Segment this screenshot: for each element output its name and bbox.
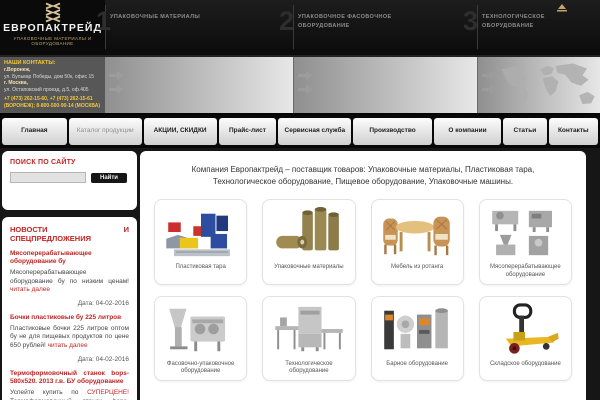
product-card-tech-equipment[interactable]: Технологическое оборудование	[262, 295, 356, 382]
nav-production[interactable]: Производство	[353, 118, 432, 145]
search-button[interactable]: Найти	[91, 172, 127, 183]
product-label: Мебель из ротанга	[391, 264, 444, 270]
band-section-1	[105, 57, 293, 113]
news-item-date: Дата: 04-02-2016	[77, 300, 129, 308]
product-label: Пластиковая тара	[175, 264, 226, 270]
main-panel: Компания Европактрейд – поставщик товаро…	[140, 151, 586, 400]
plastic-containers-image-icon	[164, 205, 238, 261]
page: ЕВРОПАКТРЕЙД УПАКОВОЧНЫЕ МАТЕРИАЛЫ И ОБО…	[0, 0, 600, 400]
news-item-date: Дата: 04-02-2016	[77, 355, 129, 363]
content: ПОИСК ПО САЙТУ Найти НОВОСТИ И СПЕЦПРЕДЛ…	[0, 148, 600, 400]
product-label: Мясоперерабатывающее оборудование	[490, 264, 561, 278]
logo-subtitle: УПАКОВОЧНЫЕ МАТЕРИАЛЫ И ОБОРУДОВАНИЕ	[13, 35, 92, 46]
product-card-rattan-furniture[interactable]: Мебель из ротанга	[370, 199, 464, 285]
product-card-bar-equipment[interactable]: Барное оборудование	[370, 295, 464, 382]
news-heading: НОВОСТИ И	[10, 225, 129, 234]
contact-address-moscow: ул. Остаповский проезд, д.5, оф.405	[4, 86, 89, 93]
pallet-jack-image-icon	[488, 302, 562, 358]
product-label: Барное оборудование	[386, 360, 448, 367]
read-more-link[interactable]: читать далее	[48, 342, 88, 349]
logo-emblem-icon	[45, 2, 60, 23]
news-panel: НОВОСТИ И СПЕЦПРЕДЛОЖЕНИЯ Мясоперерабаты…	[2, 217, 137, 400]
news-item-text: Мясоперерабатывающее оборудование бу по …	[10, 268, 129, 285]
double-arrow-icon	[109, 71, 124, 94]
bar-equipment-image-icon	[380, 302, 454, 358]
search-input[interactable]	[10, 172, 86, 183]
product-card-meat-equipment[interactable]: Мясоперерабатывающее оборудование	[478, 199, 572, 285]
header-section-number-3: 3	[463, 6, 479, 36]
band-section-2	[293, 57, 477, 113]
nav-about[interactable]: О компании	[433, 118, 502, 145]
rattan-furniture-image-icon	[380, 205, 454, 261]
news-item-body: Мясоперерабатывающее оборудование бу по …	[10, 269, 129, 295]
product-card-packing-equipment[interactable]: Фасовочно-упаковочное оборудование	[154, 295, 248, 382]
nav-catalog[interactable]: Каталог продукции	[68, 118, 142, 145]
nav-contacts[interactable]: Контакты	[548, 118, 599, 145]
nav-articles[interactable]: Статьи	[503, 118, 547, 145]
header-section-number-1: 1	[96, 6, 112, 36]
nav-home[interactable]: Главная	[2, 118, 67, 145]
news-heading-line2: СПЕЦПРЕДЛОЖЕНИЯ	[10, 234, 92, 243]
band-section-3	[477, 57, 600, 113]
news-heading-word2: И	[123, 225, 129, 234]
sidebar: ПОИСК ПО САЙТУ Найти НОВОСТИ И СПЕЦПРЕДЛ…	[2, 151, 137, 400]
logo-title: ЕВРОПАКТРЕЙД	[3, 22, 102, 34]
news-item-title[interactable]: Термоформовочный станок bops-580х520. 20…	[10, 370, 129, 387]
packing-equipment-image-icon	[164, 302, 238, 358]
world-map-icon	[501, 63, 595, 105]
nav-service[interactable]: Сервисная служба	[278, 118, 352, 145]
intro-text: Компания Европактрейд – поставщик товаро…	[191, 165, 535, 186]
news-item-title[interactable]: Мясоперерабатывающее оборудование бу	[10, 250, 129, 267]
meat-equipment-image-icon	[488, 205, 562, 261]
double-arrow-icon	[298, 71, 313, 94]
product-card-plastic-containers[interactable]: Пластиковая тара	[154, 199, 248, 285]
header-section-label-2: УПАКОВОЧНОЕ ФАСОВОЧНОЕ ОБОРУДОВАНИЕ	[298, 14, 392, 29]
read-more-link[interactable]: читать далее	[10, 286, 50, 293]
product-label: Складское оборудование	[489, 360, 561, 367]
news-item-body: Успейте купить по СУПЕРЦЕНЕ! Термоформов…	[10, 389, 129, 400]
header-mini-logo-icon	[557, 4, 567, 12]
product-card-film-rolls[interactable]: Упаковочные материалы	[262, 199, 356, 285]
tech-equipment-image-icon	[272, 302, 346, 358]
main-nav: Главная Каталог продукции АКЦИИ, СКИДКИ …	[0, 115, 600, 148]
nav-promotions[interactable]: АКЦИИ, СКИДКИ	[143, 118, 217, 145]
news-item-body: Пластиковые бочки 225 литров оптом бу не…	[10, 325, 129, 351]
header-section-label-1: УПАКОВОЧНЫЕ МАТЕРИАЛЫ	[110, 14, 201, 20]
news-item-text: Успейте купить по	[10, 388, 88, 396]
news-item-title[interactable]: Бочки пластиковые бу 225 литров	[10, 314, 129, 322]
news-item-highlight: СУПЕРЦЕНЕ!	[87, 388, 129, 396]
product-label: Технологическое оборудование	[285, 360, 333, 375]
product-grid: Пластиковая тара Упаковочные материалы М…	[148, 199, 578, 382]
contact-phones: +7 (473) 262-15-60, +7 (473) 262-15-61 (…	[4, 96, 101, 109]
film-rolls-image-icon	[272, 205, 346, 261]
header-section-label-3: ТЕХНОЛОГИЧЕСКОЕ ОБОРУДОВАНИЕ	[482, 14, 545, 29]
nav-pricelist[interactable]: Прайс-лист	[218, 118, 277, 145]
header-section-number-2: 2	[279, 6, 295, 36]
product-card-pallet-jack[interactable]: Складское оборудование	[478, 295, 572, 382]
search-panel: ПОИСК ПО САЙТУ Найти	[2, 151, 137, 210]
site-logo[interactable]: ЕВРОПАКТРЕЙД УПАКОВОЧНЫЕ МАТЕРИАЛЫ И ОБО…	[0, 0, 105, 55]
product-label: Фасовочно-упаковочное оборудование	[166, 360, 235, 375]
header-band: НАШИ КОНТАКТЫ: г.Воронеж, ул. Бульвар По…	[0, 55, 600, 115]
product-label: Упаковочные материалы	[274, 264, 344, 270]
contacts-block: НАШИ КОНТАКТЫ: г.Воронеж, ул. Бульвар По…	[0, 57, 105, 113]
search-title: ПОИСК ПО САЙТУ	[10, 159, 76, 166]
news-heading-word1: НОВОСТИ	[10, 225, 48, 234]
contacts-heading: НАШИ КОНТАКТЫ:	[4, 60, 56, 66]
header: ЕВРОПАКТРЕЙД УПАКОВОЧНЫЕ МАТЕРИАЛЫ И ОБО…	[0, 0, 600, 55]
